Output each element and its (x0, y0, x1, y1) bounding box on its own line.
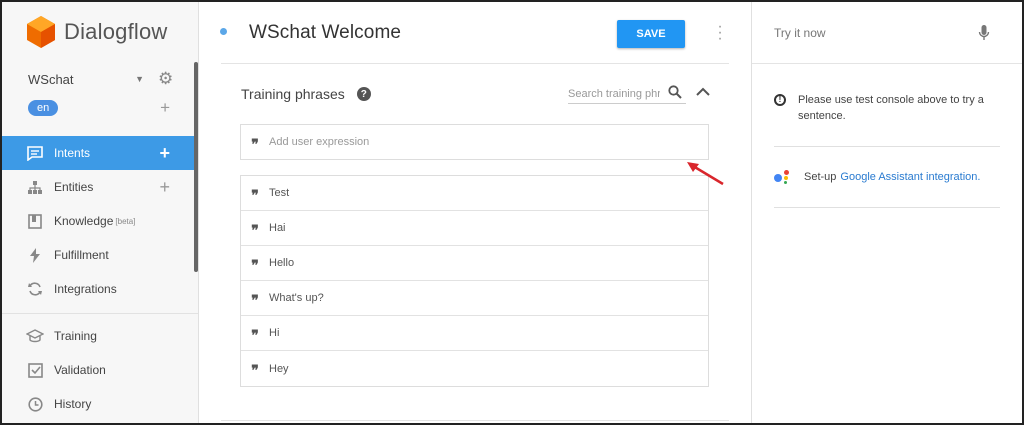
add-entity-icon[interactable]: + (159, 177, 170, 198)
book-icon (26, 212, 44, 230)
try-it-now-placeholder[interactable]: Try it now (774, 26, 826, 40)
sidebar-item-label: Fulfillment (54, 248, 109, 262)
agent-selector[interactable]: WSchat ▼ ⚙ (2, 64, 198, 94)
quote-icon: ❞ (251, 363, 259, 379)
clock-icon (26, 395, 44, 413)
training-phrase-list: ❞ Test ❞ Hai ❞ Hello ❞ What's up? ❞ Hi ❞… (240, 175, 709, 387)
sidebar-item-integrations[interactable]: Integrations (2, 272, 198, 306)
help-icon[interactable]: ? (356, 87, 371, 101)
training-phrase-text[interactable]: Hi (269, 327, 279, 339)
assistant-setup: Set-up Google Assistant integration. (774, 169, 1000, 185)
status-dot (220, 28, 227, 35)
chevron-up-icon[interactable] (695, 84, 711, 100)
sidebar-item-history[interactable]: History (2, 387, 198, 421)
intent-header: WSchat Welcome SAVE · · · (220, 2, 729, 64)
training-phrase-row[interactable]: ❞ Test (241, 176, 708, 211)
training-search-input[interactable] (568, 87, 660, 100)
checkbox-icon (26, 361, 44, 379)
training-phrase-row[interactable]: ❞ Hai (241, 211, 708, 246)
section-title: Training phrases (241, 86, 345, 102)
notice-text: Please use test console above to try a s… (798, 94, 984, 122)
dialogflow-logo-icon (27, 16, 55, 48)
quote-icon: ❞ (251, 136, 259, 153)
try-it-now-field[interactable]: Try it now (752, 2, 1022, 64)
logo[interactable]: Dialogflow (2, 2, 198, 62)
sidebar-scrollbar[interactable] (194, 62, 198, 272)
nav-divider (2, 313, 198, 314)
sidebar-item-label: Intents (54, 146, 91, 160)
sidebar-item-entities[interactable]: Entities + (2, 170, 198, 204)
console-divider (774, 207, 1000, 208)
add-intent-icon[interactable]: + (159, 143, 170, 164)
save-button[interactable]: SAVE (617, 20, 685, 48)
annotation-arrow-icon (687, 162, 724, 186)
quote-icon: ❞ (251, 257, 259, 274)
training-search (568, 84, 686, 104)
sitemap-icon (26, 178, 44, 196)
training-phrase-row[interactable]: ❞ Hello (241, 246, 708, 281)
console-notice: ! Please use test console above to try a… (774, 92, 1000, 124)
graduation-cap-icon (26, 327, 44, 345)
training-phrase-text[interactable]: Hello (269, 257, 294, 269)
sidebar-item-fulfillment[interactable]: Fulfillment (2, 238, 198, 272)
sidebar-item-label: Integrations (54, 282, 117, 296)
google-assistant-icon (774, 170, 792, 184)
test-console: Try it now ! Please use test console abo… (751, 2, 1022, 423)
training-phrase-row[interactable]: ❞ Hi (241, 316, 708, 351)
sync-icon (26, 280, 44, 298)
sidebar-item-knowledge[interactable]: Knowledge [beta] (2, 204, 198, 238)
assistant-integration-link[interactable]: Google Assistant integration. (840, 171, 980, 183)
training-phrase-row[interactable]: ❞ Hey (241, 351, 708, 386)
sidebar-item-training[interactable]: Training (2, 319, 198, 353)
setup-prefix: Set-up (804, 171, 837, 183)
search-icon[interactable] (668, 85, 682, 99)
chevron-down-icon[interactable]: ▼ (135, 74, 144, 84)
language-badge[interactable]: en (28, 100, 59, 116)
sidebar: Dialogflow WSchat ▼ ⚙ en + Intents + Ent… (2, 2, 199, 423)
language-row: en + (2, 94, 198, 122)
app-name: Dialogflow (64, 19, 168, 44)
sidebar-nav: Intents + Entities + Knowledge [beta] Fu… (2, 136, 198, 421)
sidebar-item-intents[interactable]: Intents + (2, 136, 198, 170)
quote-icon: ❞ (251, 222, 259, 239)
chat-bubble-icon (26, 144, 44, 162)
sidebar-item-label: History (54, 397, 92, 411)
training-phrase-row[interactable]: ❞ What's up? (241, 281, 708, 316)
quote-icon: ❞ (251, 292, 259, 309)
console-divider (774, 146, 1000, 147)
sidebar-item-label: Knowledge (54, 214, 114, 228)
sidebar-item-validation[interactable]: Validation (2, 353, 198, 387)
add-language-icon[interactable]: + (160, 98, 170, 118)
section-divider (221, 420, 729, 421)
training-phrase-text[interactable]: Test (269, 187, 289, 199)
quote-icon: ❞ (251, 327, 259, 344)
beta-badge: [beta] (115, 216, 136, 226)
sidebar-item-label: Training (54, 329, 97, 343)
agent-name: WSchat (28, 71, 74, 87)
info-icon: ! (774, 94, 786, 106)
add-expression-box: ❞ (240, 124, 709, 160)
gear-icon[interactable]: ⚙ (158, 70, 174, 87)
intent-title[interactable]: WSchat Welcome (249, 22, 401, 44)
add-expression-input[interactable] (269, 136, 708, 148)
intent-editor: WSchat Welcome SAVE · · · Training phrases… (199, 2, 751, 423)
sidebar-item-label: Validation (54, 363, 106, 377)
more-options-icon[interactable]: · · · (716, 19, 724, 47)
training-phrase-text[interactable]: Hey (269, 363, 289, 375)
bolt-icon (26, 246, 44, 264)
microphone-icon[interactable] (978, 24, 990, 42)
sidebar-item-label: Entities (54, 180, 94, 194)
training-phrase-text[interactable]: Hai (269, 222, 286, 234)
training-phrase-text[interactable]: What's up? (269, 292, 324, 304)
training-phrases-header: Training phrases ? (241, 82, 711, 106)
quote-icon: ❞ (251, 187, 259, 204)
